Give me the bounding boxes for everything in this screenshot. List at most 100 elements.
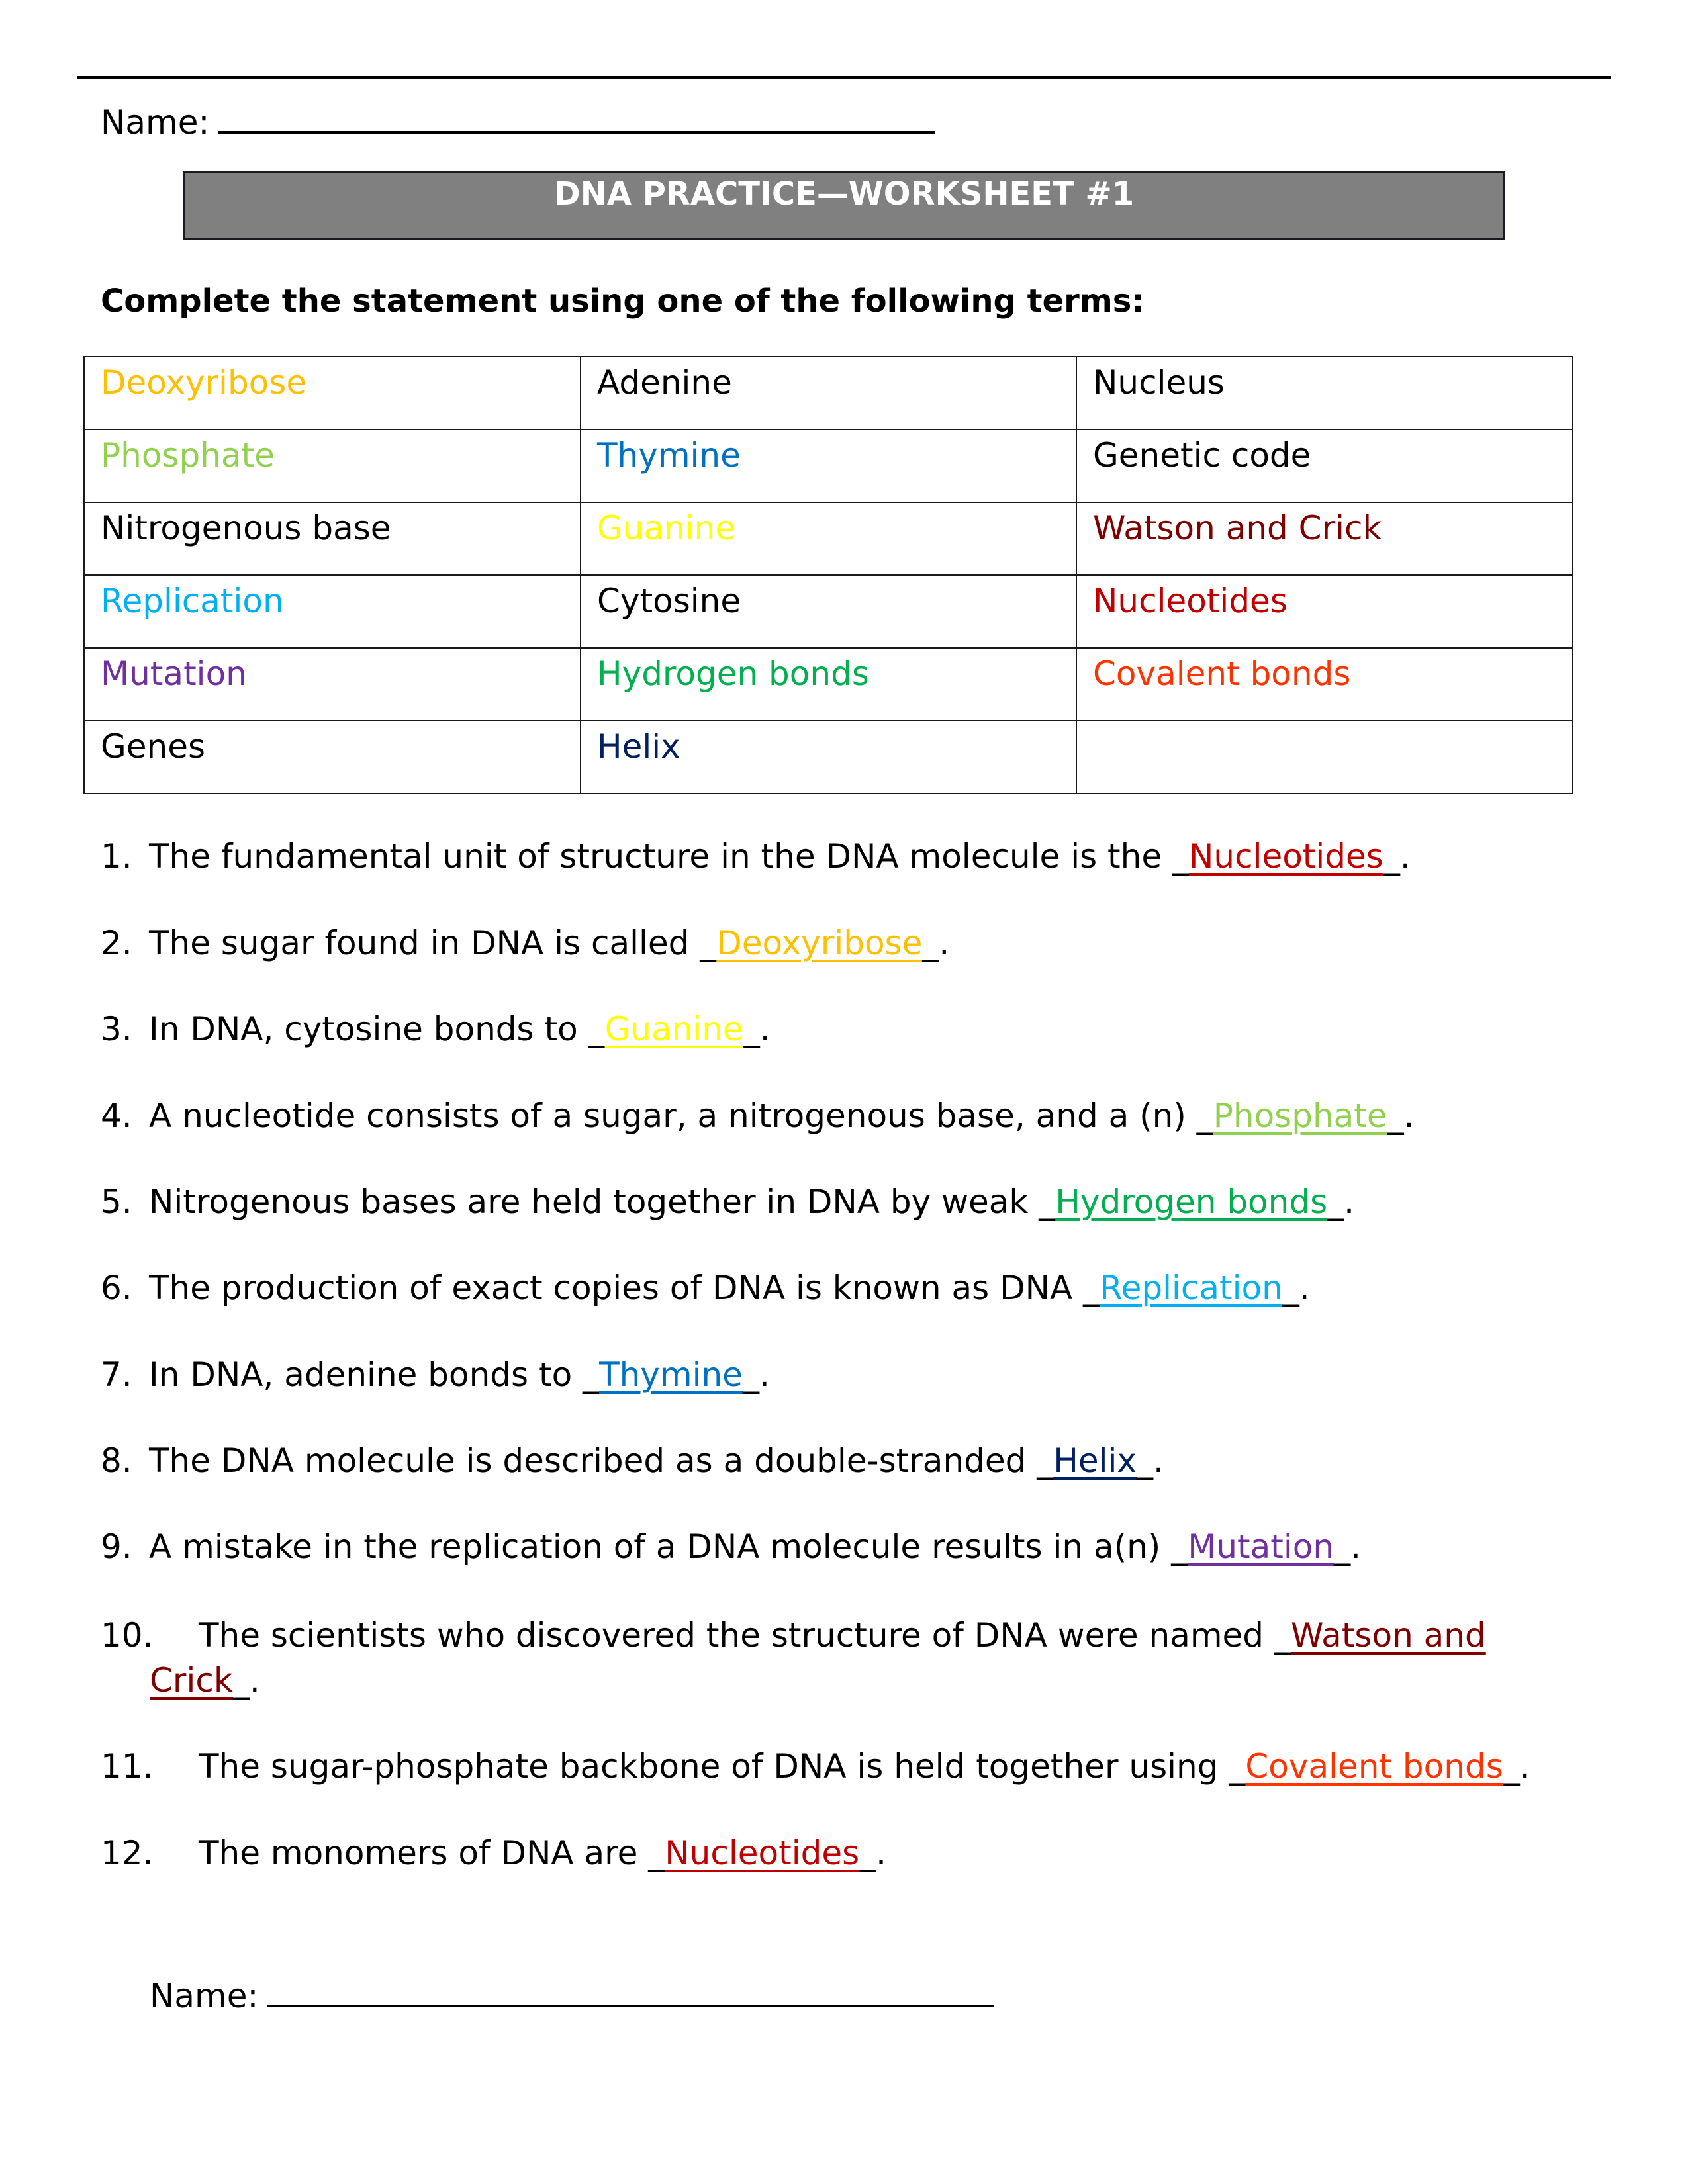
- blank-mark: _: [1172, 837, 1189, 876]
- question-number: 6.: [101, 1269, 132, 1307]
- terms-row: Replication Cytosine Nucleotides: [83, 574, 1573, 649]
- answer-text[interactable]: Thymine: [599, 1355, 743, 1394]
- question-text: In DNA, cytosine bonds to: [149, 1010, 588, 1048]
- answer-text[interactable]: Mutation: [1188, 1527, 1334, 1566]
- question-item: 2. The sugar found in DNA is called _Deox…: [101, 927, 949, 960]
- question-item: 12. The monomers of DNA are _Nucleotides_…: [101, 1837, 886, 1870]
- term-cell: Guanine: [580, 502, 1077, 576]
- question-text: The scientists who discovered the struct…: [199, 1616, 1274, 1655]
- blank-mark: _: [922, 924, 939, 962]
- blank-mark: _: [1274, 1616, 1291, 1655]
- term-cell: Covalent bonds: [1076, 647, 1573, 721]
- answer-text[interactable]: Hydrogen bonds: [1055, 1183, 1327, 1221]
- term-cell: Cytosine: [580, 574, 1077, 649]
- term-cell: Genes: [83, 720, 581, 794]
- terms-row: Deoxyribose Adenine Nucleus: [83, 356, 1573, 430]
- question-item: 11. The sugar-phosphate backbone of DNA i…: [101, 1750, 1530, 1783]
- answer-text[interactable]: Crick: [150, 1661, 233, 1700]
- name-field-top: Name:: [101, 106, 935, 139]
- end-mark: .: [1350, 1527, 1361, 1566]
- question-text: A mistake in the replication of a DNA mo…: [149, 1527, 1172, 1566]
- question-text: The DNA molecule is described as a doubl…: [149, 1441, 1037, 1480]
- answer-text[interactable]: Deoxyribose: [716, 924, 922, 962]
- blank-mark: _: [743, 1010, 760, 1048]
- answer-text[interactable]: Nucleotides: [665, 1834, 859, 1872]
- question-item: 4. A nucleotide consists of a sugar, a ni…: [101, 1099, 1415, 1132]
- terms-row: Phosphate Thymine Genetic code: [83, 429, 1573, 503]
- end-mark: .: [1399, 837, 1411, 876]
- question-number: 2.: [101, 924, 132, 962]
- end-mark: .: [1299, 1269, 1310, 1307]
- end-mark: .: [1403, 1097, 1415, 1135]
- question-item: 9. A mistake in the replication of a DNA …: [101, 1530, 1361, 1563]
- terms-table: Deoxyribose Adenine Nucleus Phosphate Thymin…: [83, 356, 1573, 794]
- blank-mark: _: [583, 1355, 600, 1394]
- question-number: 12.: [101, 1834, 154, 1872]
- question-number: 8.: [101, 1441, 132, 1480]
- term-cell: Deoxyribose: [83, 356, 581, 430]
- answer-text[interactable]: Helix: [1053, 1441, 1137, 1480]
- question-item: 10. The scientists who discovered the str…: [101, 1619, 1486, 1652]
- term-cell: Thymine: [580, 429, 1077, 503]
- question-item: 6. The production of exact copies of DNA …: [101, 1271, 1310, 1304]
- blank-mark: _: [1137, 1441, 1153, 1480]
- question-text: The sugar found in DNA is called: [149, 924, 700, 962]
- term-cell: Nucleus: [1076, 356, 1573, 430]
- blank-mark: _: [1503, 1747, 1520, 1786]
- blank-mark: _: [1383, 837, 1400, 876]
- question-number: 5.: [101, 1183, 132, 1221]
- blank-mark: _: [1387, 1097, 1404, 1135]
- blank-mark: _: [1171, 1527, 1188, 1566]
- question-number: 3.: [101, 1010, 132, 1048]
- question-text: In DNA, adenine bonds to: [149, 1355, 583, 1394]
- name-blank[interactable]: [218, 126, 935, 134]
- end-mark: .: [1344, 1183, 1355, 1221]
- terms-row: Nitrogenous base Guanine Watson and Crick: [83, 502, 1573, 576]
- name-field-bottom: Name:: [150, 1979, 995, 2013]
- terms-row: Mutation Hydrogen bonds Covalent bonds: [83, 647, 1573, 721]
- answer-text[interactable]: Guanine: [605, 1010, 743, 1048]
- terms-row: Genes Helix: [83, 720, 1573, 794]
- question-text: The sugar-phosphate backbone of DNA is h…: [199, 1747, 1229, 1786]
- blank-mark: _: [1229, 1747, 1246, 1786]
- end-mark: .: [759, 1355, 770, 1394]
- answer-text[interactable]: Covalent bonds: [1245, 1747, 1503, 1786]
- question-item: 3. In DNA, cytosine bonds to _Guanine_.: [101, 1013, 771, 1046]
- term-cell: Mutation: [83, 647, 581, 721]
- question-item: 1. The fundamental unit of structure in t…: [101, 840, 1411, 873]
- term-cell: Replication: [83, 574, 581, 649]
- answer-text[interactable]: Watson and: [1291, 1616, 1486, 1655]
- blank-mark: _: [232, 1661, 250, 1700]
- question-number: 9.: [101, 1527, 132, 1566]
- blank-mark: _: [1083, 1269, 1100, 1307]
- answer-text[interactable]: Replication: [1100, 1269, 1283, 1307]
- blank-mark: _: [1327, 1183, 1344, 1221]
- blank-mark: _: [1039, 1183, 1056, 1221]
- term-cell: [1076, 720, 1573, 794]
- term-cell: Nitrogenous base: [83, 502, 581, 576]
- blank-mark: _: [648, 1834, 665, 1872]
- question-text: The production of exact copies of DNA is…: [149, 1269, 1084, 1307]
- question-item: 5. Nitrogenous bases are held together in…: [101, 1185, 1354, 1218]
- title-banner: DNA PRACTICE—WORKSHEET #1: [183, 171, 1505, 240]
- blank-mark: _: [1334, 1527, 1351, 1566]
- blank-mark: _: [859, 1834, 876, 1872]
- end-mark: .: [1519, 1747, 1530, 1786]
- top-rule: [77, 76, 1611, 79]
- end-mark: .: [1153, 1441, 1164, 1480]
- question-item: 7. In DNA, adenine bonds to _Thymine_.: [101, 1358, 770, 1391]
- end-mark: .: [759, 1010, 771, 1048]
- answer-text[interactable]: Phosphate: [1213, 1097, 1387, 1135]
- answer-text[interactable]: Nucleotides: [1189, 837, 1383, 876]
- blank-mark: _: [742, 1355, 759, 1394]
- term-cell: Hydrogen bonds: [580, 647, 1077, 721]
- question-text: A nucleotide consists of a sugar, a nitr…: [149, 1097, 1197, 1135]
- blank-mark: _: [700, 924, 717, 962]
- question-continuation: Crick_.: [150, 1664, 260, 1697]
- blank-mark: _: [1282, 1269, 1299, 1307]
- question-text: The monomers of DNA are: [199, 1834, 649, 1872]
- term-cell: Genetic code: [1076, 429, 1573, 503]
- blank-mark: _: [588, 1010, 605, 1048]
- name-blank[interactable]: [267, 1999, 995, 2007]
- question-number: 7.: [101, 1355, 132, 1394]
